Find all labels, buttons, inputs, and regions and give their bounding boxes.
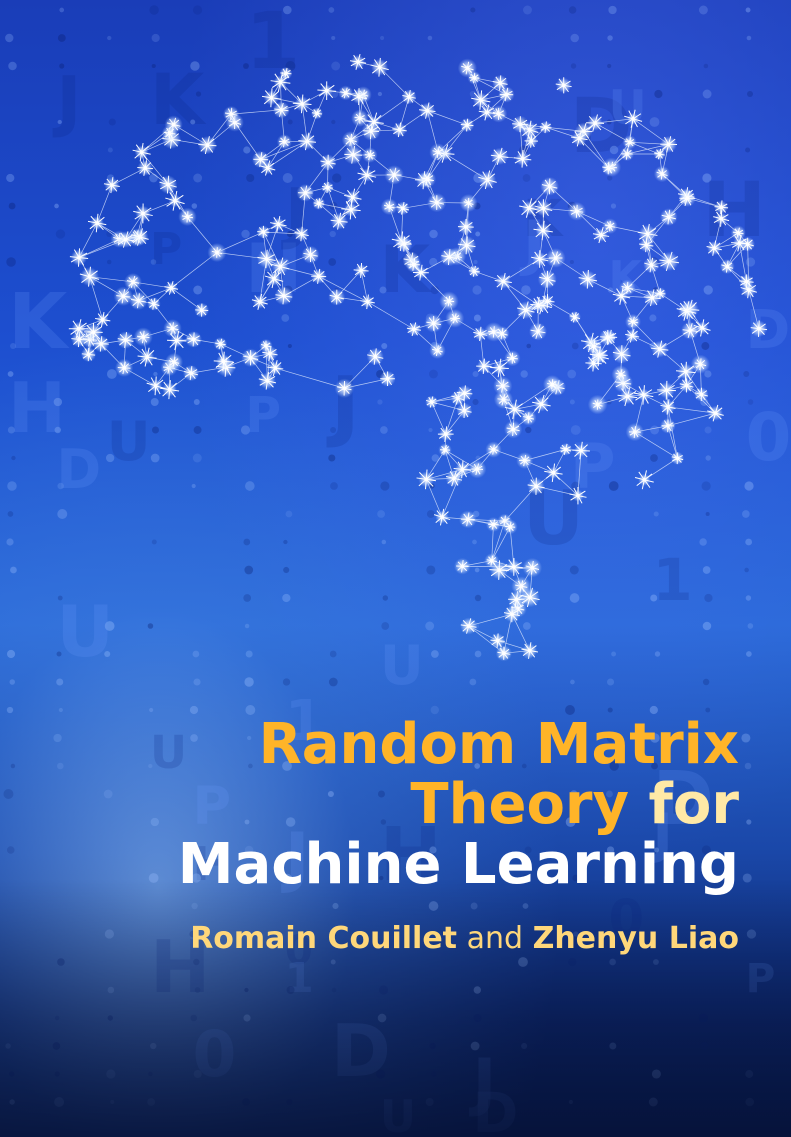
title-line-3: Machine Learning xyxy=(39,835,739,895)
author-line: Romain Couillet and Zhenyu Liao xyxy=(39,921,739,957)
cover-artwork: KHJDUUKPUHPH01HPJ1J01JDKUHUJDKJUDPUK01DJ… xyxy=(0,0,791,1137)
title-text-3: Machine Learning xyxy=(177,832,739,897)
author-second: Zhenyu Liao xyxy=(532,921,739,956)
title-block: Random Matrix Theory for Machine Learnin… xyxy=(39,715,739,957)
svg-text:U: U xyxy=(107,410,151,473)
svg-text:1: 1 xyxy=(653,547,693,614)
title-line-2: Theory for xyxy=(39,775,739,835)
svg-text:J: J xyxy=(326,361,360,451)
svg-text:K: K xyxy=(8,278,70,367)
title-text-theory: Theory xyxy=(410,772,630,837)
title-line-1: Random Matrix xyxy=(39,715,739,775)
svg-text:0: 0 xyxy=(746,400,791,476)
svg-text:U: U xyxy=(608,81,646,136)
svg-text:U: U xyxy=(56,590,114,673)
svg-text:H: H xyxy=(8,369,66,449)
svg-text:D: D xyxy=(56,438,101,501)
svg-text:J: J xyxy=(52,62,81,140)
author-first: Romain Couillet xyxy=(190,921,458,956)
svg-text:P: P xyxy=(245,388,281,444)
title-text-for: for xyxy=(648,772,739,837)
svg-text:U: U xyxy=(380,634,424,697)
svg-text:P: P xyxy=(150,224,182,275)
author-joiner: and xyxy=(466,921,524,956)
title-text-1: Random Matrix xyxy=(258,712,739,777)
book-cover: KHJDUUKPUHPH01HPJ1J01JDKUHUJDKJUDPUK01DJ… xyxy=(0,0,791,1137)
